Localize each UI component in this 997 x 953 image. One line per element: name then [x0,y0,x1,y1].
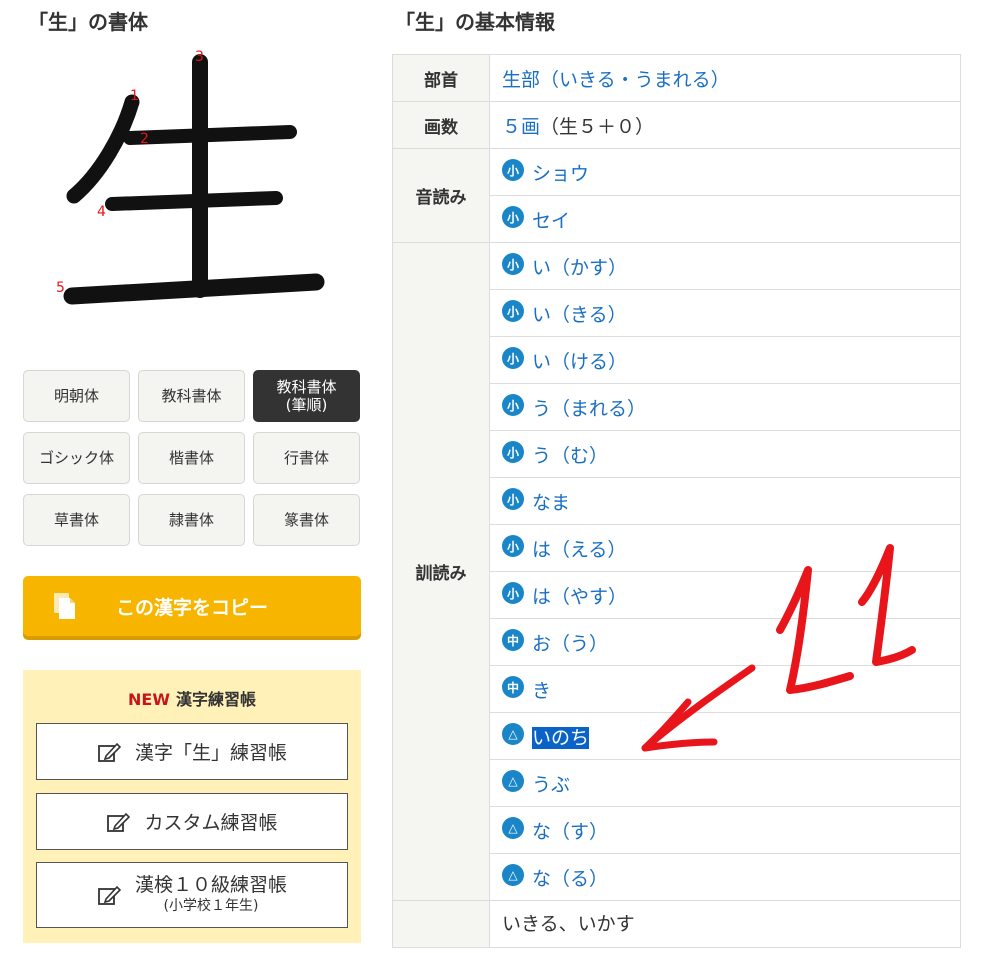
new-badge: NEW [128,690,170,709]
partial-row-text: いきる、いかす [502,913,635,935]
font-button-label: 明朝体 [53,387,99,405]
kun-reading-link[interactable]: う（む） [532,445,608,467]
practice-item-label: 漢検１０級練習帳 [134,874,287,897]
font-mincho-button[interactable]: 明朝体 [23,370,130,422]
font-kyokasho-stroke-order-button[interactable]: 教科書体 (筆順) [253,370,360,422]
practice-item-label: カスタム練習帳 [144,812,278,834]
pencil-note-icon [107,812,131,832]
font-gyosho-button[interactable]: 行書体 [253,432,360,484]
copy-button-label: この漢字をコピー [115,596,268,619]
basic-info-heading: 「生」の基本情報 [395,10,555,34]
kun-reading-link[interactable]: う（まれる） [532,398,646,420]
kun-reading-link[interactable]: い（かす） [532,257,627,279]
kanji-practice-notebook-button[interactable]: 漢字「生」練習帳 [36,723,348,780]
kun-reading-link[interactable]: は（える） [532,539,626,561]
stroke-number-1: 1 [130,88,139,104]
grade-badge: 小 [502,206,524,228]
kun-reading-link[interactable]: な（す） [532,821,608,843]
stroke-number-2: 2 [140,131,149,147]
kun-reading-link[interactable]: お（う） [532,633,608,655]
stroke-number-3: 3 [195,49,204,65]
grade-badge: 小 [502,535,524,557]
kun-reading-link[interactable]: なま [532,492,570,514]
bushu-link[interactable]: 生部（いきる・うまれる） [502,69,730,91]
font-button-label: 行書体 [283,449,329,467]
kun-reading-link[interactable]: き [532,680,551,702]
copy-kanji-button[interactable]: この漢字をコピー [23,576,361,636]
font-reisho-button[interactable]: 隷書体 [138,494,245,546]
practice-notebook-panel: NEW 漢字練習帳 漢字「生」練習帳 カスタム練習帳 漢検１０級練習帳 (小学校１… [23,670,361,943]
pencil-note-icon [98,742,121,762]
custom-practice-notebook-button[interactable]: カスタム練習帳 [36,793,348,850]
stroke-number-5: 5 [56,280,65,296]
grade-badge: 小 [502,441,524,463]
font-kaisho-button[interactable]: 楷書体 [138,432,245,484]
font-button-label: 草書体 [53,511,99,529]
kanji-info-table: 部首 生部（いきる・うまれる） 画数 ５画（生５＋０） 音読み 小ショウ 小セイ… [392,54,961,948]
grade-badge: △ [502,864,524,886]
grade-badge: 小 [502,347,524,369]
font-styles-heading: 「生」の書体 [28,10,148,34]
kanken-practice-notebook-button[interactable]: 漢検１０級練習帳 (小学校１年生) [36,862,348,928]
font-button-label: 教科書体 [161,387,222,405]
font-style-selector: 明朝体 教科書体 教科書体 (筆順) ゴシック体 楷書体 行書体 草書体 隷書体… [23,370,360,546]
font-button-label: 篆書体 [283,511,329,529]
font-gothic-button[interactable]: ゴシック体 [23,432,130,484]
font-button-label: 隷書体 [168,511,214,529]
kun-reading-link[interactable]: な（る） [532,868,608,890]
font-sosho-button[interactable]: 草書体 [23,494,130,546]
font-button-label: ゴシック体 [38,449,114,467]
grade-badge: △ [502,817,524,839]
grade-badge: 小 [502,582,524,604]
bushu-header: 部首 [392,54,490,102]
kun-reading-link[interactable]: い（きる） [532,304,627,326]
practice-item-sublabel: (小学校１年生) [163,898,259,915]
font-button-label: 楷書体 [168,449,214,467]
stroke-count-link[interactable]: ５画 [502,116,540,138]
kun-reading-header: 訓読み [392,242,490,901]
copy-icon [54,593,75,619]
stroke-number-4: 4 [97,204,106,220]
kun-reading-link[interactable]: い（ける） [532,351,627,373]
grade-badge: 小 [502,253,524,275]
grade-badge: 小 [502,488,524,510]
kun-reading-link[interactable]: は（やす） [532,586,627,608]
on-reading-link[interactable]: ショウ [532,163,589,185]
grade-badge: △ [502,770,524,792]
practice-title: 漢字練習帳 [175,690,256,709]
practice-heading: NEW 漢字練習帳 [23,686,361,710]
pencil-note-icon [98,885,121,905]
kun-reading-link-selected[interactable]: いのち [532,726,590,749]
kanji-stroke-order-display: 1 2 3 4 5 [50,46,340,336]
stroke-count-header: 画数 [392,101,490,149]
on-reading-link[interactable]: セイ [532,210,570,232]
stroke-count-detail: （生５＋０） [540,115,655,138]
kun-reading-link[interactable]: うぶ [532,774,570,796]
grade-badge: 小 [502,159,524,181]
font-button-label: 教科書体 (筆順) [276,378,337,414]
font-kyokasho-button[interactable]: 教科書体 [138,370,245,422]
grade-badge: 小 [502,300,524,322]
grade-badge: 中 [502,676,524,698]
on-reading-header: 音読み [392,148,490,243]
font-tensho-button[interactable]: 篆書体 [253,494,360,546]
grade-badge: △ [502,723,524,745]
grade-badge: 小 [502,394,524,416]
grade-badge: 中 [502,629,524,651]
practice-item-label: 漢字「生」練習帳 [134,742,287,764]
partial-row-header [392,900,490,948]
